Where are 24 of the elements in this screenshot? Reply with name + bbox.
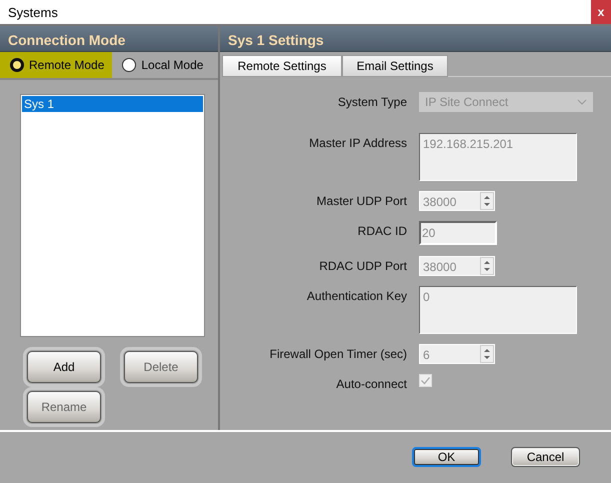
field-label: RDAC UDP Port (318, 258, 408, 273)
field-label: RDAC ID (356, 223, 408, 238)
input-field[interactable]: 0 (419, 286, 577, 334)
radio-option[interactable]: Local Mode (112, 52, 212, 78)
list-item[interactable]: Sys 1 (22, 96, 203, 112)
panel-header: Connection Mode (0, 26, 218, 52)
dialog-button[interactable]: Cancel (511, 446, 580, 466)
field-label: Master UDP Port (316, 193, 408, 208)
tab[interactable]: Remote Settings (222, 55, 342, 77)
field-label: Authentication Key (306, 288, 408, 303)
checkbox[interactable] (419, 374, 432, 387)
field-label: Firewall Open Timer (sec) (268, 346, 408, 361)
window-title: Systems (8, 4, 58, 20)
chevron-icon (577, 99, 587, 105)
input-field[interactable]: 192.168.215.201 (419, 133, 577, 181)
field-label: System Type (336, 94, 408, 109)
field-label: Auto-connect (335, 376, 408, 391)
dialog-button[interactable]: OK (412, 446, 481, 466)
close-button[interactable]: x (591, 0, 611, 24)
input-field[interactable]: 20 (419, 221, 497, 245)
tab[interactable]: Email Settings (342, 55, 448, 77)
panel-header: Sys 1 Settings (220, 26, 611, 52)
field-label: Master IP Address (308, 135, 408, 150)
radio-option[interactable]: Remote Mode (0, 52, 112, 78)
